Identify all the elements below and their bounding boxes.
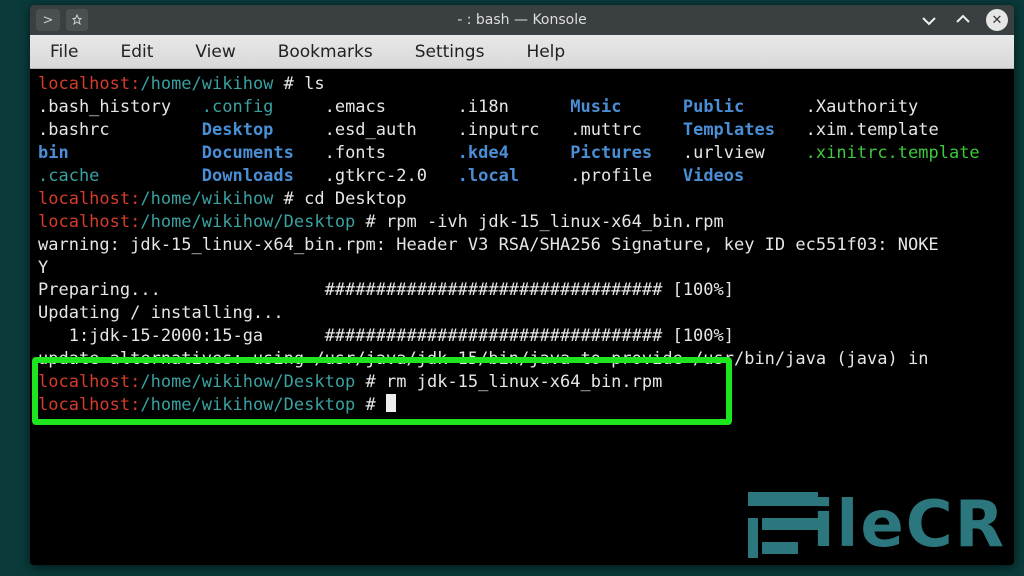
terminal-line: .bashrc Desktop .esd_auth .inputrc .mutt… [38, 119, 1006, 142]
konsole-window: > - : bash — Konsole ✕ File Edit View Bo… [30, 5, 1014, 565]
terminal-line: update-alternatives: using /usr/java/jdk… [38, 348, 1006, 371]
terminal-line: bin Documents .fonts .kde4 Pictures .url… [38, 142, 1006, 165]
terminal-line: localhost:/home/wikihow # cd Desktop [38, 188, 1006, 211]
filecr-watermark: ileCR [748, 488, 1006, 562]
window-title: - : bash — Konsole [30, 12, 1014, 28]
terminal-line: localhost:/home/wikihow/Desktop # rm jdk… [38, 371, 1006, 394]
terminal-line: Y [38, 257, 1006, 280]
terminal-line: .cache Downloads .gtkrc-2.0 .local .prof… [38, 165, 1006, 188]
brand-text: ileCR [812, 488, 1006, 562]
maximize-icon[interactable] [952, 9, 974, 31]
terminal-line: localhost:/home/wikihow/Desktop # rpm -i… [38, 211, 1006, 234]
terminal-line: .bash_history .config .emacs .i18n Music… [38, 96, 1006, 119]
menu-edit[interactable]: Edit [106, 38, 167, 66]
terminal-line: Updating / installing... [38, 302, 1006, 325]
menu-file[interactable]: File [36, 38, 92, 66]
close-icon[interactable]: ✕ [986, 9, 1008, 31]
menu-view[interactable]: View [181, 38, 249, 66]
pin-icon[interactable] [66, 9, 88, 31]
cursor [386, 394, 396, 412]
menu-bookmarks[interactable]: Bookmarks [264, 38, 387, 66]
menu-help[interactable]: Help [512, 38, 579, 66]
terminal-line: localhost:/home/wikihow # ls [38, 73, 1006, 96]
menubar: File Edit View Bookmarks Settings Help [30, 35, 1014, 69]
terminal-line: localhost:/home/wikihow/Desktop # [38, 394, 1006, 417]
terminal-line: 1:jdk-15-2000:15-ga ####################… [38, 325, 1006, 348]
terminal-line: warning: jdk-15_linux-x64_bin.rpm: Heade… [38, 234, 1006, 257]
terminal-line: Preparing... ###########################… [38, 279, 1006, 302]
titlebar: > - : bash — Konsole ✕ [30, 5, 1014, 35]
terminal-icon: > [36, 9, 60, 31]
menu-settings[interactable]: Settings [401, 38, 499, 66]
minimize-icon[interactable] [918, 9, 940, 31]
